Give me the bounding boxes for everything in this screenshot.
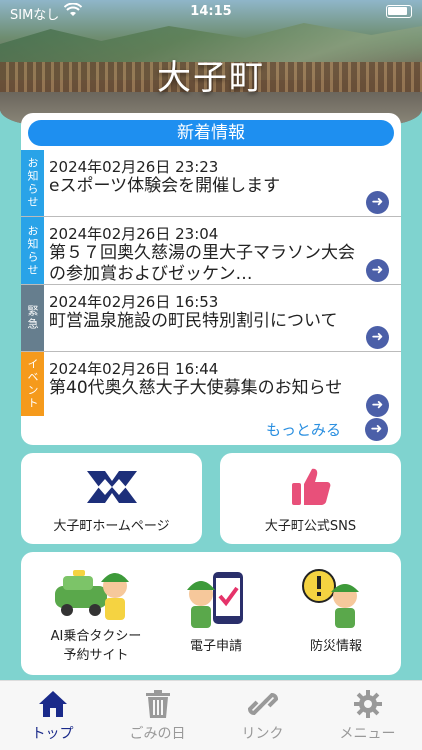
tab-label: リンク xyxy=(241,726,284,742)
thumbs-up-icon xyxy=(290,465,332,507)
homepage-tile[interactable]: 大子町ホームページ xyxy=(21,453,202,544)
tab-label: メニュー xyxy=(339,726,396,742)
arrow-right-icon[interactable]: ➜ xyxy=(365,418,388,441)
tab-bar: トップ ごみの日 リンク メニュー xyxy=(0,680,422,750)
news-title: 第40代奥久慈大子大使募集のお知らせ xyxy=(49,378,343,398)
link-icon xyxy=(210,689,315,719)
news-item[interactable]: お知らせ 2024年02月26日 23:23 eスポーツ体験会を開催します ➜ xyxy=(21,150,401,217)
trash-icon xyxy=(105,689,210,719)
news-title: 町営温泉施設の町民特別割引について xyxy=(49,311,338,331)
news-title: eスポーツ体験会を開催します xyxy=(49,176,281,196)
tab-links[interactable]: リンク xyxy=(210,681,315,750)
arrow-right-icon[interactable]: ➜ xyxy=(366,394,389,417)
more-link[interactable]: もっとみる xyxy=(266,419,341,440)
homepage-label: 大子町ホームページ xyxy=(53,519,170,534)
news-card: 新着情報 お知らせ 2024年02月26日 23:23 eスポーツ体験会を開催し… xyxy=(21,113,401,445)
news-tag: お知らせ xyxy=(21,150,44,216)
news-date: 2024年02月26日 23:04 xyxy=(49,225,219,243)
tab-garbage-day[interactable]: ごみの日 xyxy=(105,681,210,750)
tab-menu[interactable]: メニュー xyxy=(315,681,420,750)
e-application-service[interactable]: 電子申請 xyxy=(171,552,261,675)
page-title: 大子町 xyxy=(157,58,265,98)
gear-icon xyxy=(315,689,420,719)
tab-label: ごみの日 xyxy=(129,726,186,742)
warning-mascot-icon xyxy=(299,568,371,630)
battery-icon xyxy=(386,5,412,18)
news-tag: お知らせ xyxy=(21,217,44,284)
news-item[interactable]: 緊急 2024年02月26日 16:53 町営温泉施設の町民特別割引について ➜ xyxy=(21,285,401,352)
tab-label: トップ xyxy=(31,726,74,742)
arrow-right-icon[interactable]: ➜ xyxy=(366,259,389,282)
arrow-right-icon[interactable]: ➜ xyxy=(366,191,389,214)
sns-tile[interactable]: 大子町公式SNS xyxy=(220,453,401,544)
news-title: 第５７回奥久慈湯の里大子マラソン大会の参加賞およびゼッケン… xyxy=(49,243,355,284)
taxi-label-line2: 予約サイト xyxy=(63,648,129,663)
news-tag: イベント xyxy=(21,352,44,416)
news-header: 新着情報 xyxy=(28,120,394,146)
news-tag: 緊急 xyxy=(21,285,44,351)
home-icon xyxy=(0,689,105,719)
news-date: 2024年02月26日 16:53 xyxy=(49,293,219,311)
clock: 14:15 xyxy=(190,4,232,19)
news-date: 2024年02月26日 23:23 xyxy=(49,158,219,176)
town-logo-icon xyxy=(87,467,137,507)
arrow-right-icon[interactable]: ➜ xyxy=(366,326,389,349)
news-date: 2024年02月26日 16:44 xyxy=(49,360,219,378)
tab-top[interactable]: トップ xyxy=(0,681,105,750)
status-bar: SIMなし 14:15 xyxy=(0,0,422,24)
taxi-mascot-icon xyxy=(55,564,135,622)
taxi-label-line1: AI乗合タクシー xyxy=(50,629,142,644)
smartphone-mascot-icon xyxy=(183,570,249,632)
e-application-label: 電子申請 xyxy=(189,639,242,654)
news-item[interactable]: イベント 2024年02月26日 16:44 第40代奥久慈大子大使募集のお知ら… xyxy=(21,352,401,417)
news-item[interactable]: お知らせ 2024年02月26日 23:04 第５７回奥久慈湯の里大子マラソン大… xyxy=(21,217,401,285)
taxi-service[interactable]: AI乗合タクシー 予約サイト xyxy=(41,552,151,675)
disaster-info-label: 防災情報 xyxy=(309,639,362,654)
services-tile: AI乗合タクシー 予約サイト 電子申請 防災情報 xyxy=(21,552,401,675)
disaster-info-service[interactable]: 防災情報 xyxy=(291,552,381,675)
sns-label: 大子町公式SNS xyxy=(264,519,357,534)
